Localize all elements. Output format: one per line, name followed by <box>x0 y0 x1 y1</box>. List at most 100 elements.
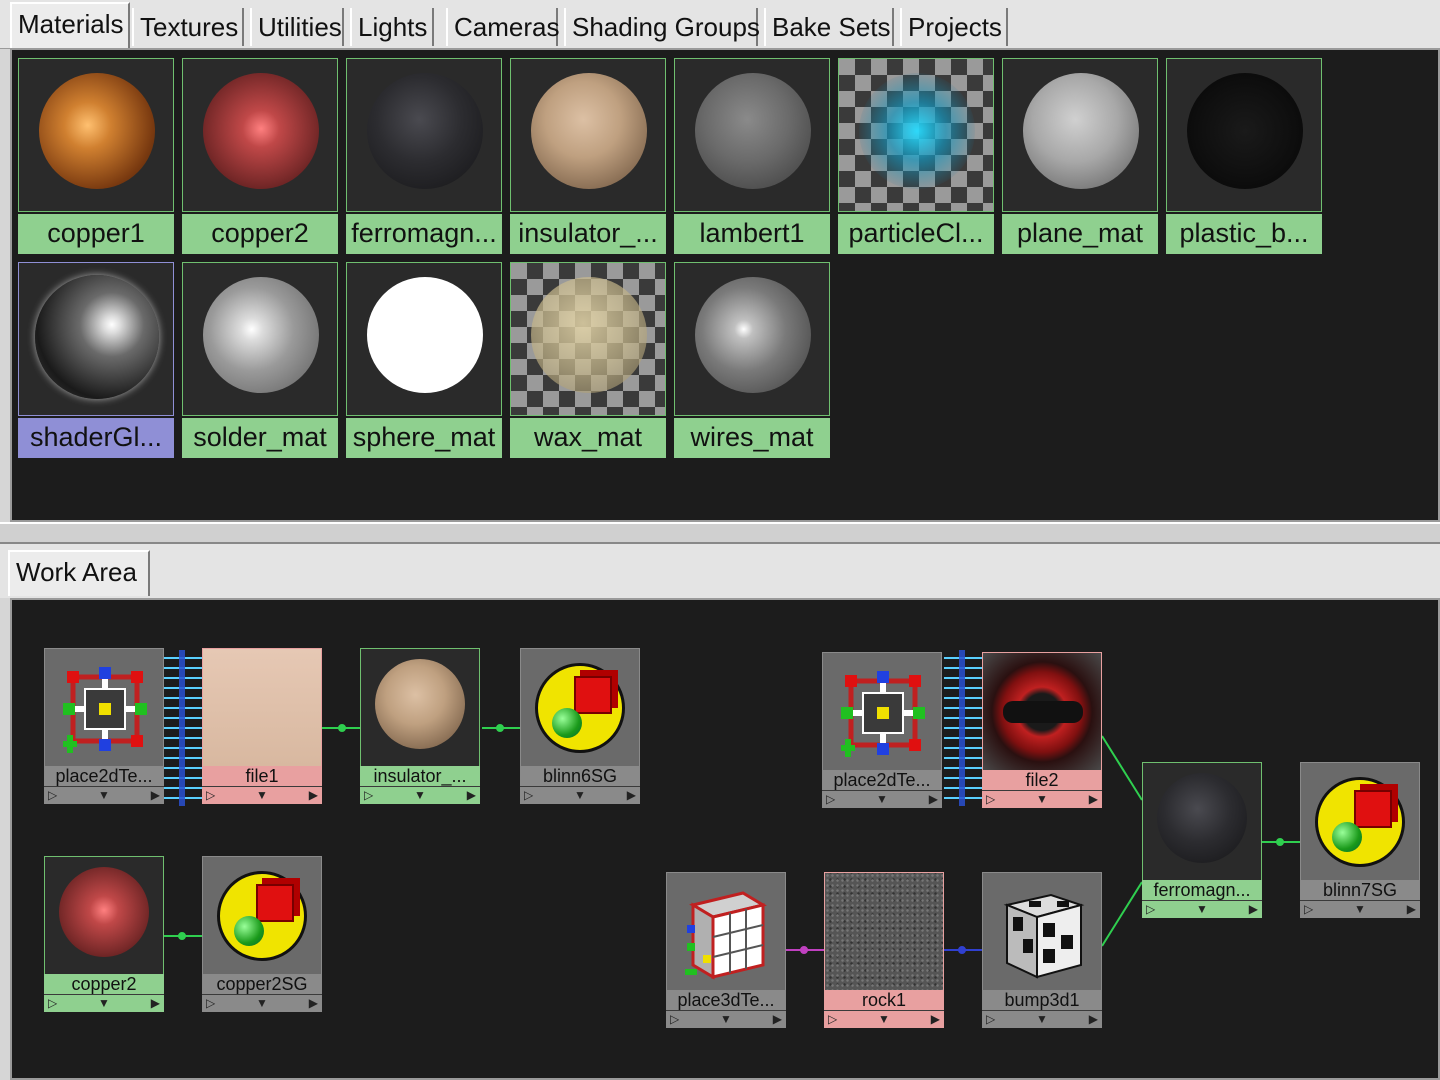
node-label: file1 <box>202 766 322 786</box>
particlecloud-preview <box>838 58 994 212</box>
insulator-preview <box>510 58 666 212</box>
node-port-bar[interactable]: ▷ ▼ ▶ <box>202 786 322 804</box>
material-swatch[interactable]: plastic_b... <box>1164 56 1324 256</box>
node-port-bar[interactable]: ▷ ▼ ▶ <box>44 994 164 1012</box>
material-label: lambert1 <box>674 214 830 254</box>
plastic-preview <box>1166 58 1322 212</box>
ferromagn-node-preview <box>1142 762 1262 882</box>
wires-mat-preview <box>674 262 830 416</box>
material-label: copper1 <box>18 214 174 254</box>
material-label: plastic_b... <box>1166 214 1322 254</box>
material-label: wax_mat <box>510 418 666 458</box>
material-swatch[interactable]: copper2 <box>180 56 340 256</box>
plane-mat-preview <box>1002 58 1158 212</box>
bump3d-icon <box>982 872 1102 992</box>
material-label: copper2 <box>182 214 338 254</box>
node-rock1[interactable]: rock1 ▷ ▼ ▶ <box>824 872 944 1030</box>
node-label: file2 <box>982 770 1102 790</box>
material-swatch[interactable]: copper1 <box>16 56 176 256</box>
lambert1-preview <box>674 58 830 212</box>
copper2-node-preview <box>44 856 164 976</box>
node-port-bar[interactable]: ▷ ▼ ▶ <box>1142 900 1262 918</box>
node-label: ferromagn... <box>1142 880 1262 900</box>
node-insulator[interactable]: insulator_... ▷ ▼ ▶ <box>360 648 480 806</box>
node-file1[interactable]: file1 ▷ ▼ ▶ <box>202 648 322 806</box>
material-swatch[interactable]: shaderGl... <box>16 260 176 460</box>
place2d-icon <box>822 652 942 772</box>
node-label: blinn6SG <box>520 766 640 786</box>
node-label: copper2SG <box>202 974 322 994</box>
material-swatch[interactable]: plane_mat <box>1000 56 1160 256</box>
material-swatch[interactable]: sphere_mat <box>344 260 504 460</box>
material-swatch[interactable]: wires_mat <box>672 260 832 460</box>
node-label: blinn7SG <box>1300 880 1420 900</box>
tab-work-area[interactable]: Work Area <box>8 550 150 596</box>
node-port-bar[interactable]: ▷ ▼ ▶ <box>44 786 164 804</box>
ferromagn-preview <box>346 58 502 212</box>
copper2-preview <box>182 58 338 212</box>
node-label: place3dTe... <box>666 990 786 1010</box>
material-swatch[interactable]: wax_mat <box>508 260 668 460</box>
tab-utilities[interactable]: Utilities <box>250 8 344 46</box>
tab-materials[interactable]: Materials <box>10 2 130 48</box>
node-label: place2dTe... <box>44 766 164 786</box>
tab-lights[interactable]: Lights <box>350 8 434 46</box>
material-label: particleCl... <box>838 214 994 254</box>
node-port-bar[interactable]: ▷ ▼ ▶ <box>360 786 480 804</box>
node-port-bar[interactable]: ▷ ▼ ▶ <box>202 994 322 1012</box>
work-area-tab-bar: Work Area <box>0 544 1440 598</box>
work-area-panel: place2dTe... ▷ ▼ ▶ file1 ▷ ▼ ▶ insulator_...… <box>10 598 1440 1080</box>
node-bump3d1[interactable]: bump3d1 ▷ ▼ ▶ <box>982 872 1102 1030</box>
tab-shading-groups[interactable]: Shading Groups <box>564 8 760 46</box>
file1-texture-preview <box>202 648 322 768</box>
node-port-bar[interactable]: ▷ ▼ ▶ <box>520 786 640 804</box>
material-label: plane_mat <box>1002 214 1158 254</box>
node-label: bump3d1 <box>982 990 1102 1010</box>
node-port-bar[interactable]: ▷ ▼ ▶ <box>1300 900 1420 918</box>
shading-group-icon <box>202 856 322 976</box>
tab-projects[interactable]: Projects <box>900 8 1008 46</box>
insulator-node-preview <box>360 648 480 768</box>
material-swatch[interactable]: particleCl... <box>836 56 996 256</box>
shading-group-icon <box>520 648 640 768</box>
node-copper2[interactable]: copper2 ▷ ▼ ▶ <box>44 856 164 1014</box>
node-place2dtexture[interactable]: place2dTe... ▷ ▼ ▶ <box>822 652 942 810</box>
tab-bake-sets[interactable]: Bake Sets <box>764 8 894 46</box>
place3d-icon <box>666 872 786 992</box>
node-blinn6sg[interactable]: blinn6SG ▷ ▼ ▶ <box>520 648 640 806</box>
node-file2[interactable]: file2 ▷ ▼ ▶ <box>982 652 1102 810</box>
tab-textures[interactable]: Textures <box>132 8 244 46</box>
material-label: solder_mat <box>182 418 338 458</box>
node-port-bar[interactable]: ▷ ▼ ▶ <box>824 1010 944 1028</box>
material-swatch[interactable]: insulator_... <box>508 56 668 256</box>
material-swatch[interactable]: lambert1 <box>672 56 832 256</box>
shading-group-icon <box>1300 762 1420 882</box>
shaderglow-preview <box>18 262 174 416</box>
material-label: ferromagn... <box>346 214 502 254</box>
copper1-preview <box>18 58 174 212</box>
panel-splitter[interactable] <box>0 522 1440 544</box>
hypershade-tab-bar: Materials Textures Utilities Lights Came… <box>0 0 1440 49</box>
node-port-bar[interactable]: ▷ ▼ ▶ <box>982 1010 1102 1028</box>
node-port-bar[interactable]: ▷ ▼ ▶ <box>666 1010 786 1028</box>
material-swatch[interactable]: solder_mat <box>180 260 340 460</box>
node-place2dtexture[interactable]: place2dTe... ▷ ▼ ▶ <box>44 648 164 806</box>
node-copper2sg[interactable]: copper2SG ▷ ▼ ▶ <box>202 856 322 1014</box>
node-label: copper2 <box>44 974 164 994</box>
material-label: insulator_... <box>510 214 666 254</box>
node-ferromagn[interactable]: ferromagn... ▷ ▼ ▶ <box>1142 762 1262 920</box>
node-label: insulator_... <box>360 766 480 786</box>
node-place3dtexture[interactable]: place3dTe... ▷ ▼ ▶ <box>666 872 786 1030</box>
wax-mat-preview <box>510 262 666 416</box>
material-swatch[interactable]: ferromagn... <box>344 56 504 256</box>
node-blinn7sg[interactable]: blinn7SG ▷ ▼ ▶ <box>1300 762 1420 920</box>
node-port-bar[interactable]: ▷ ▼ ▶ <box>982 790 1102 808</box>
tab-cameras[interactable]: Cameras <box>446 8 559 46</box>
node-port-bar[interactable]: ▷ ▼ ▶ <box>822 790 942 808</box>
solder-mat-preview <box>182 262 338 416</box>
node-label: place2dTe... <box>822 770 942 790</box>
file2-texture-preview <box>982 652 1102 772</box>
node-label: rock1 <box>824 990 944 1010</box>
material-label: wires_mat <box>674 418 830 458</box>
materials-panel: copper1 copper2 ferromagn... insulator_.… <box>10 48 1440 522</box>
